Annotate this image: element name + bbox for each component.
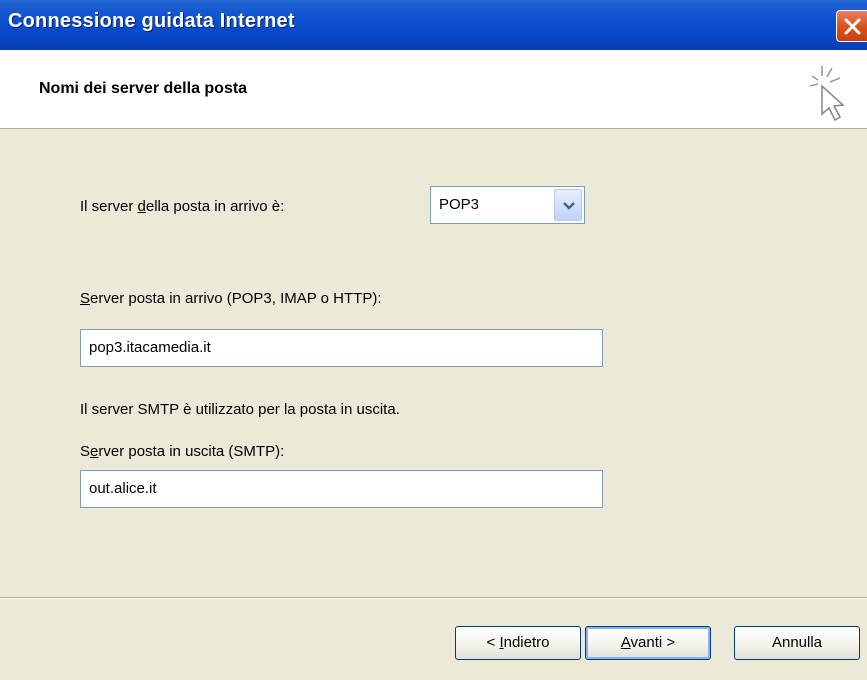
outgoing-server-label: Server posta in uscita (SMTP): xyxy=(80,443,285,460)
incoming-type-select[interactable]: POP3 xyxy=(430,186,585,224)
cursor-sparkle-icon xyxy=(809,66,845,122)
next-button[interactable]: Avanti > xyxy=(585,626,711,660)
chevron-down-icon xyxy=(563,202,575,210)
incoming-server-label: Server posta in arrivo (POP3, IMAP o HTT… xyxy=(80,290,382,307)
footer-divider xyxy=(0,597,867,599)
outgoing-server-value: out.alice.it xyxy=(89,480,157,497)
title-bar[interactable]: Connessione guidata Internet xyxy=(0,0,867,50)
incoming-server-value: pop3.itacamedia.it xyxy=(89,339,211,356)
dropdown-button[interactable] xyxy=(554,189,582,221)
smtp-info-text: Il server SMTP è utilizzato per la posta… xyxy=(80,401,400,418)
back-button[interactable]: < Indietro xyxy=(455,626,581,660)
outgoing-server-field[interactable]: out.alice.it xyxy=(80,470,603,508)
window-title: Connessione guidata Internet xyxy=(8,10,295,32)
cancel-button[interactable]: Annulla xyxy=(734,626,860,660)
incoming-server-field[interactable]: pop3.itacamedia.it xyxy=(80,329,603,367)
close-button[interactable] xyxy=(836,10,867,42)
close-icon xyxy=(844,18,861,35)
incoming-type-value: POP3 xyxy=(439,196,480,213)
wizard-header: Nomi dei server della posta xyxy=(0,50,867,129)
wizard-window: Connessione guidata Internet Nomi dei se… xyxy=(0,0,867,680)
incoming-type-label: Il server della posta in arrivo è: xyxy=(80,198,285,215)
page-title: Nomi dei server della posta xyxy=(39,80,248,97)
